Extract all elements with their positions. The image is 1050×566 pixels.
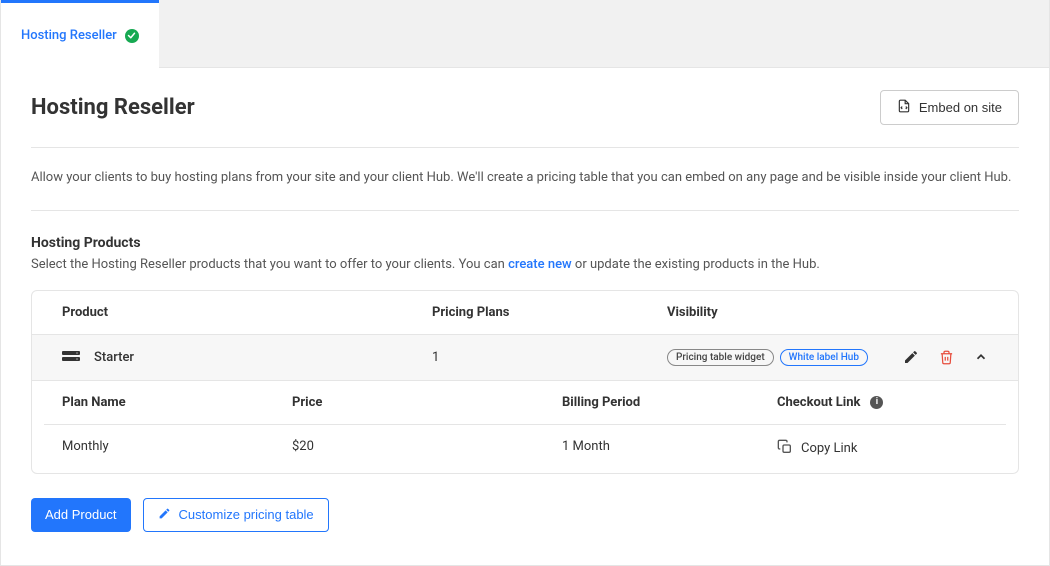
subcol-plan-name: Plan Name: [62, 395, 292, 410]
col-visibility: Visibility: [667, 305, 988, 320]
plan-price: $20: [292, 439, 562, 459]
plan-period: 1 Month: [562, 439, 777, 459]
badge-pricing-widget: Pricing table widget: [667, 349, 774, 366]
plan-count: 1: [432, 350, 667, 365]
product-name: Starter: [94, 350, 134, 365]
subcol-period: Billing Period: [562, 395, 777, 410]
tab-hosting-reseller[interactable]: Hosting Reseller: [1, 0, 159, 68]
pencil-icon: [158, 507, 171, 523]
intro-text: Allow your clients to buy hosting plans …: [31, 148, 1019, 211]
info-icon[interactable]: i: [870, 396, 883, 409]
col-product: Product: [62, 305, 432, 320]
section-desc: Select the Hosting Reseller products tha…: [31, 257, 1019, 272]
customize-label: Customize pricing table: [179, 507, 314, 522]
embed-label: Embed on site: [919, 100, 1002, 115]
server-icon: [62, 351, 80, 363]
edit-icon[interactable]: [903, 349, 919, 365]
copy-icon: [777, 439, 793, 459]
page-title: Hosting Reseller: [31, 95, 195, 120]
copy-link-label: Copy Link: [801, 441, 857, 456]
tab-label: Hosting Reseller: [21, 28, 117, 43]
create-new-link[interactable]: create new: [508, 257, 572, 272]
badge-white-label: White label Hub: [780, 349, 868, 366]
table-row[interactable]: Starter 1 Pricing table widget White lab…: [32, 335, 1018, 381]
tabs-bar: Hosting Reseller: [1, 0, 1049, 68]
table-header: Product Pricing Plans Visibility: [32, 291, 1018, 335]
col-pricing: Pricing Plans: [432, 305, 667, 320]
check-circle-icon: [125, 29, 139, 43]
embed-icon: [897, 99, 911, 116]
products-table: Product Pricing Plans Visibility Starter…: [31, 290, 1019, 474]
customize-pricing-table-button[interactable]: Customize pricing table: [143, 498, 329, 532]
embed-on-site-button[interactable]: Embed on site: [880, 90, 1019, 125]
chevron-up-icon[interactable]: [974, 350, 988, 364]
add-product-button[interactable]: Add Product: [31, 498, 131, 532]
subcol-checkout-link: Checkout Link i: [777, 395, 988, 410]
plan-name: Monthly: [62, 439, 292, 459]
delete-icon[interactable]: [939, 350, 954, 365]
plan-row: Monthly $20 1 Month Copy Link: [44, 425, 1006, 473]
subcol-price: Price: [292, 395, 562, 410]
copy-link-button[interactable]: Copy Link: [777, 439, 857, 459]
plans-subtable: Plan Name Price Billing Period Checkout …: [44, 381, 1006, 473]
section-title: Hosting Products: [31, 235, 1019, 251]
